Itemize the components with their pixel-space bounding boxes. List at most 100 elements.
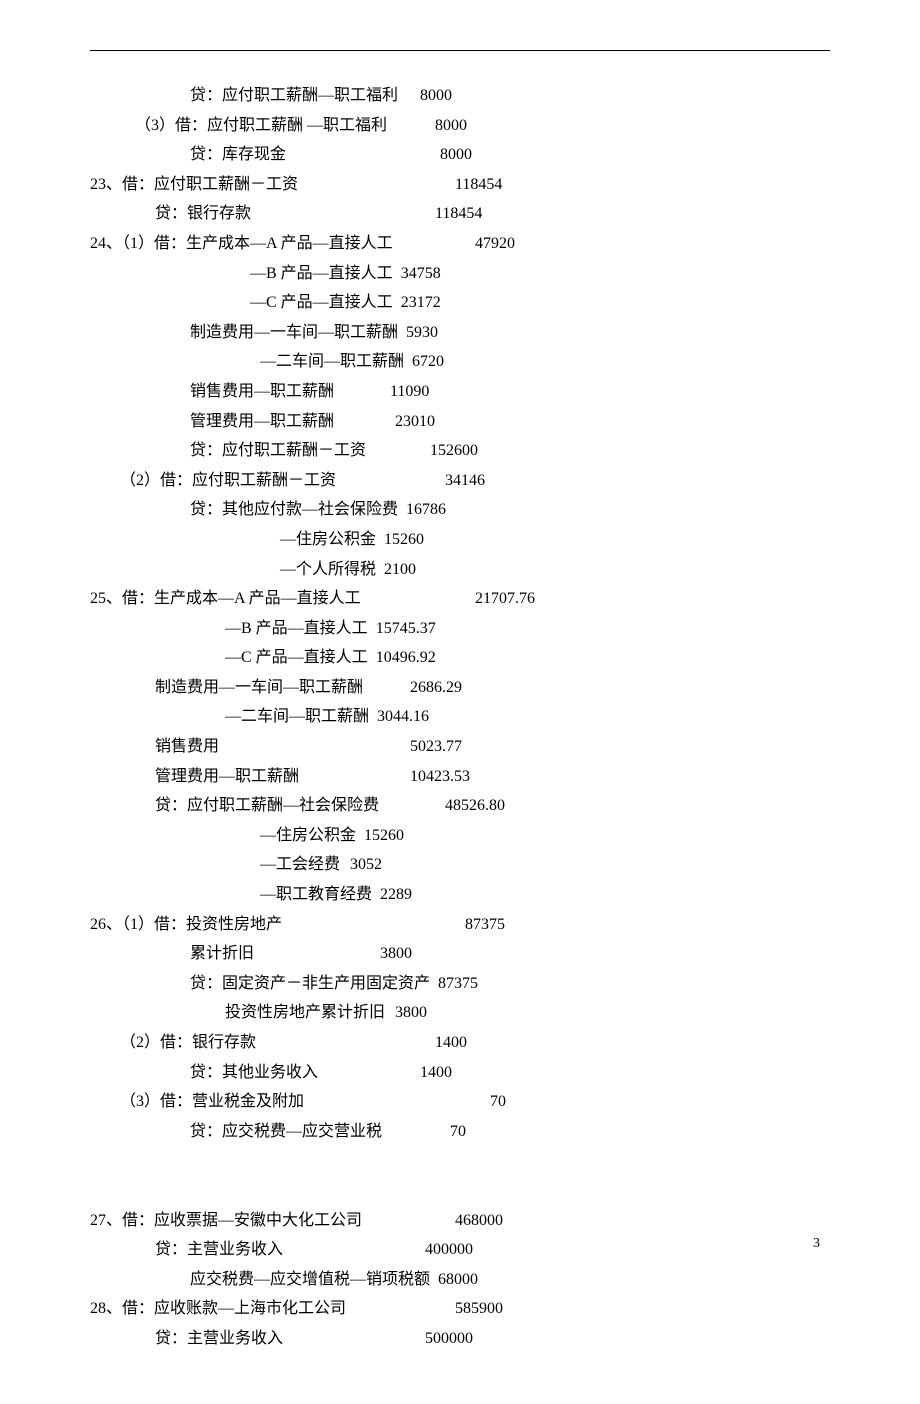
entry-value: 34146 <box>336 466 485 496</box>
entry-line: 28、借：应收账款—上海市化工公司585900 <box>90 1294 830 1324</box>
entry-line: 贷：银行存款118454 <box>90 199 830 229</box>
entry-label: 贷：库存现金 <box>90 140 286 170</box>
document-page: 贷：应付职工薪酬—职工福利8000（3）借：应付职工薪酬 —职工福利8000贷：… <box>0 0 920 1404</box>
entry-value: 70 <box>382 1117 466 1147</box>
entry-line: 管理费用—职工薪酬23010 <box>90 407 830 437</box>
entry-value: 48526.80 <box>379 791 505 821</box>
entry-line: 销售费用5023.77 <box>90 732 830 762</box>
entry-line: —工会经费3052 <box>90 850 830 880</box>
entry-line: 25、借：生产成本—A 产品—直接人工21707.76 <box>90 584 830 614</box>
entry-value: 15745.37 <box>368 614 436 644</box>
entry-value: 400000 <box>283 1235 473 1265</box>
entry-value: 3052 <box>340 850 382 880</box>
entry-label: 27、借：应收票据—安徽中大化工公司 <box>90 1206 362 1236</box>
entry-value: 118454 <box>298 170 502 200</box>
entry-label: 25、借：生产成本—A 产品—直接人工 <box>90 584 361 614</box>
entry-value: 3800 <box>385 998 427 1028</box>
entry-line: —B 产品—直接人工34758 <box>90 259 830 289</box>
entry-label: 管理费用—职工薪酬 <box>90 762 299 792</box>
entry-label: 24、（1）借：生产成本—A 产品—直接人工 <box>90 229 393 259</box>
entry-line: —职工教育经费2289 <box>90 880 830 910</box>
entry-line: （3）借：营业税金及附加70 <box>90 1087 830 1117</box>
entry-label: —C 产品—直接人工 <box>90 288 393 318</box>
entry-value: 16786 <box>398 495 446 525</box>
entry-value: 2100 <box>376 555 416 585</box>
accounting-entries: 贷：应付职工薪酬—职工福利8000（3）借：应付职工薪酬 —职工福利8000贷：… <box>90 81 830 1354</box>
entry-line: —B 产品—直接人工15745.37 <box>90 614 830 644</box>
entry-line: 贷：其他应付款—社会保险费16786 <box>90 495 830 525</box>
entry-value: 6720 <box>404 347 444 377</box>
entry-label: 贷：银行存款 <box>90 199 251 229</box>
entry-line: —住房公积金15260 <box>90 821 830 851</box>
entry-label: —二车间—职工薪酬 <box>90 702 369 732</box>
entry-label: （3）借：应付职工薪酬 —职工福利 <box>90 111 387 141</box>
entry-line: 24、（1）借：生产成本—A 产品—直接人工47920 <box>90 229 830 259</box>
entry-label: （2）借：应付职工薪酬－工资 <box>90 466 336 496</box>
entry-value: 3800 <box>254 939 412 969</box>
page-number: 3 <box>813 1236 820 1252</box>
entry-value: 585900 <box>346 1294 503 1324</box>
entry-line: —个人所得税2100 <box>90 555 830 585</box>
entry-value: 5930 <box>398 318 438 348</box>
entry-line: 贷：主营业务收入400000 <box>90 1235 830 1265</box>
entry-label: 制造费用—一车间—职工薪酬 <box>90 673 363 703</box>
entry-line: —二车间—职工薪酬3044.16 <box>90 702 830 732</box>
entry-label: 销售费用—职工薪酬 <box>90 377 334 407</box>
entry-line: 贷：应付职工薪酬－工资152600 <box>90 436 830 466</box>
entry-value: 1400 <box>318 1058 452 1088</box>
entry-label: —B 产品—直接人工 <box>90 614 368 644</box>
entry-line: 23、借：应付职工薪酬－工资118454 <box>90 170 830 200</box>
entry-line: （2）借：应付职工薪酬－工资34146 <box>90 466 830 496</box>
entry-label: 26、（1）借：投资性房地产 <box>90 910 282 940</box>
entry-line: 管理费用—职工薪酬10423.53 <box>90 762 830 792</box>
entry-line <box>90 1146 830 1176</box>
entry-line: 贷：固定资产－非生产用固定资产87375 <box>90 969 830 999</box>
entry-label: 制造费用—一车间—职工薪酬 <box>90 318 398 348</box>
entry-line: —二车间—职工薪酬6720 <box>90 347 830 377</box>
entry-line: 26、（1）借：投资性房地产87375 <box>90 910 830 940</box>
entry-label: 28、借：应收账款—上海市化工公司 <box>90 1294 346 1324</box>
entry-label: 23、借：应付职工薪酬－工资 <box>90 170 298 200</box>
entry-value: 118454 <box>251 199 482 229</box>
entry-label: 贷：主营业务收入 <box>90 1235 283 1265</box>
entry-line: 累计折旧3800 <box>90 939 830 969</box>
entry-label: 应交税费—应交增值税—销项税额 <box>90 1265 430 1295</box>
entry-label: 管理费用—职工薪酬 <box>90 407 334 437</box>
entry-value: 10423.53 <box>299 762 470 792</box>
entry-line: 贷：库存现金8000 <box>90 140 830 170</box>
entry-label: 贷：固定资产－非生产用固定资产 <box>90 969 430 999</box>
entry-label: 贷：应付职工薪酬—职工福利 <box>90 81 398 111</box>
entry-label: （2）借：银行存款 <box>90 1028 256 1058</box>
entry-line: 贷：主营业务收入500000 <box>90 1324 830 1354</box>
entry-value: 8000 <box>398 81 452 111</box>
entry-value: 21707.76 <box>361 584 535 614</box>
entry-line: 应交税费—应交增值税—销项税额68000 <box>90 1265 830 1295</box>
entry-line: 贷：应付职工薪酬—社会保险费48526.80 <box>90 791 830 821</box>
entry-value: 23172 <box>393 288 441 318</box>
entry-value: 15260 <box>376 525 424 555</box>
entry-line: 27、借：应收票据—安徽中大化工公司468000 <box>90 1206 830 1236</box>
entry-value: 47920 <box>393 229 515 259</box>
entry-value: 468000 <box>362 1206 503 1236</box>
entry-label: 投资性房地产累计折旧 <box>90 998 385 1028</box>
entry-label: （3）借：营业税金及附加 <box>90 1087 304 1117</box>
entry-line: （2）借：银行存款1400 <box>90 1028 830 1058</box>
entry-label: —工会经费 <box>90 850 340 880</box>
header-rule <box>90 50 830 51</box>
entry-value: 8000 <box>387 111 467 141</box>
entry-value: 34758 <box>393 259 441 289</box>
entry-value: 8000 <box>286 140 472 170</box>
entry-value: 152600 <box>366 436 478 466</box>
entry-line: 贷：其他业务收入1400 <box>90 1058 830 1088</box>
entry-value: 5023.77 <box>219 732 462 762</box>
entry-label: 贷：应交税费—应交营业税 <box>90 1117 382 1147</box>
entry-value: 23010 <box>334 407 435 437</box>
entry-label: 贷：应付职工薪酬－工资 <box>90 436 366 466</box>
entry-line: —C 产品—直接人工23172 <box>90 288 830 318</box>
entry-value: 3044.16 <box>369 702 429 732</box>
entry-value: 68000 <box>430 1265 478 1295</box>
entry-value: 500000 <box>283 1324 473 1354</box>
entry-line: 制造费用—一车间—职工薪酬2686.29 <box>90 673 830 703</box>
entry-label: 贷：其他应付款—社会保险费 <box>90 495 398 525</box>
entry-line <box>90 1176 830 1206</box>
